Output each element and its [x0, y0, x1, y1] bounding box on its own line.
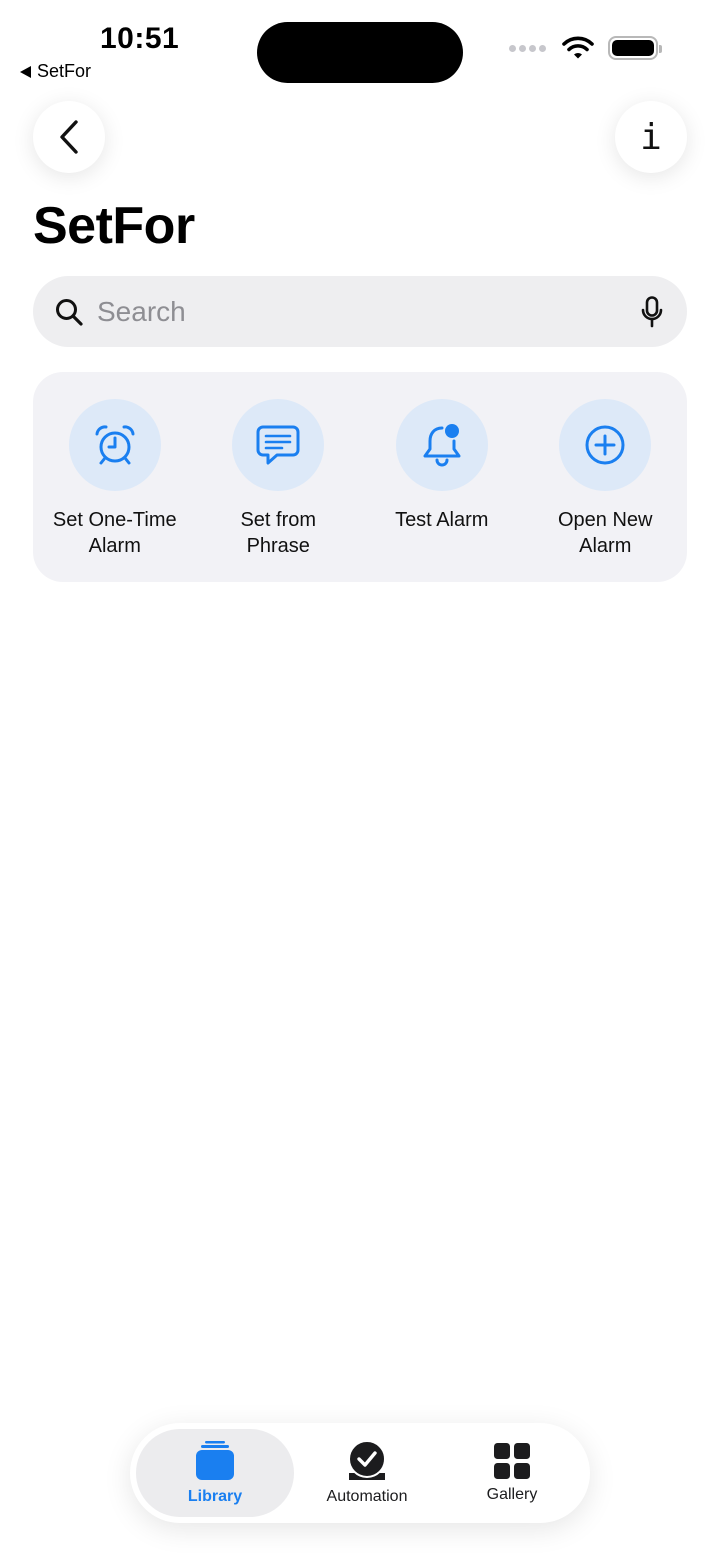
- cellular-signal-icon: [509, 44, 546, 52]
- action-label: Set One-Time Alarm: [52, 509, 177, 557]
- tab-label: Gallery: [486, 1486, 538, 1503]
- microphone-icon[interactable]: [641, 295, 663, 328]
- search-bar[interactable]: [33, 276, 687, 347]
- actions-card: Set One-Time Alarm Set from Phrase Test …: [33, 372, 687, 582]
- search-input[interactable]: [97, 295, 641, 328]
- gallery-grid-icon: [494, 1443, 530, 1479]
- action-label: Open New Alarm: [558, 509, 653, 557]
- tab-library[interactable]: Library: [136, 1429, 294, 1517]
- alarm-clock-icon: [95, 425, 135, 465]
- status-back-link[interactable]: SetFor: [20, 61, 91, 82]
- search-icon: [56, 298, 83, 326]
- action-icon-circle: [68, 399, 161, 491]
- page-title: SetFor: [33, 197, 195, 255]
- chevron-left-icon: [60, 120, 78, 154]
- status-indicators: [509, 36, 662, 60]
- action-set-one-time-alarm[interactable]: Set One-Time Alarm: [33, 399, 197, 582]
- action-icon-circle: [395, 399, 488, 491]
- back-button[interactable]: [33, 101, 105, 173]
- action-icon-circle: [559, 399, 652, 491]
- info-icon: i: [640, 116, 662, 158]
- status-back-label: SetFor: [37, 61, 92, 81]
- status-time: 10:51: [100, 22, 180, 55]
- message-bubble-icon: [256, 425, 300, 465]
- tab-bar: Library Automation Gallery: [130, 1423, 590, 1523]
- tab-gallery[interactable]: Gallery: [440, 1429, 584, 1517]
- wifi-icon: [562, 36, 594, 59]
- automation-check-icon: [348, 1440, 386, 1480]
- tab-automation[interactable]: Automation: [294, 1429, 440, 1517]
- plus-circle-icon: [585, 425, 625, 465]
- tab-label: Library: [187, 1488, 243, 1505]
- back-triangle-icon: [20, 65, 31, 78]
- info-button[interactable]: i: [615, 101, 687, 173]
- action-set-from-phrase[interactable]: Set from Phrase: [197, 399, 361, 582]
- action-open-new-alarm[interactable]: Open New Alarm: [524, 399, 688, 582]
- bell-badge-icon: [423, 424, 461, 467]
- action-test-alarm[interactable]: Test Alarm: [360, 399, 524, 582]
- action-icon-circle: [232, 399, 325, 491]
- battery-icon: [608, 36, 662, 60]
- library-stack-icon: [196, 1441, 234, 1480]
- action-label: Test Alarm: [395, 509, 489, 531]
- tab-label: Automation: [326, 1488, 408, 1505]
- action-label: Set from Phrase: [240, 509, 317, 557]
- dynamic-island: [257, 22, 463, 83]
